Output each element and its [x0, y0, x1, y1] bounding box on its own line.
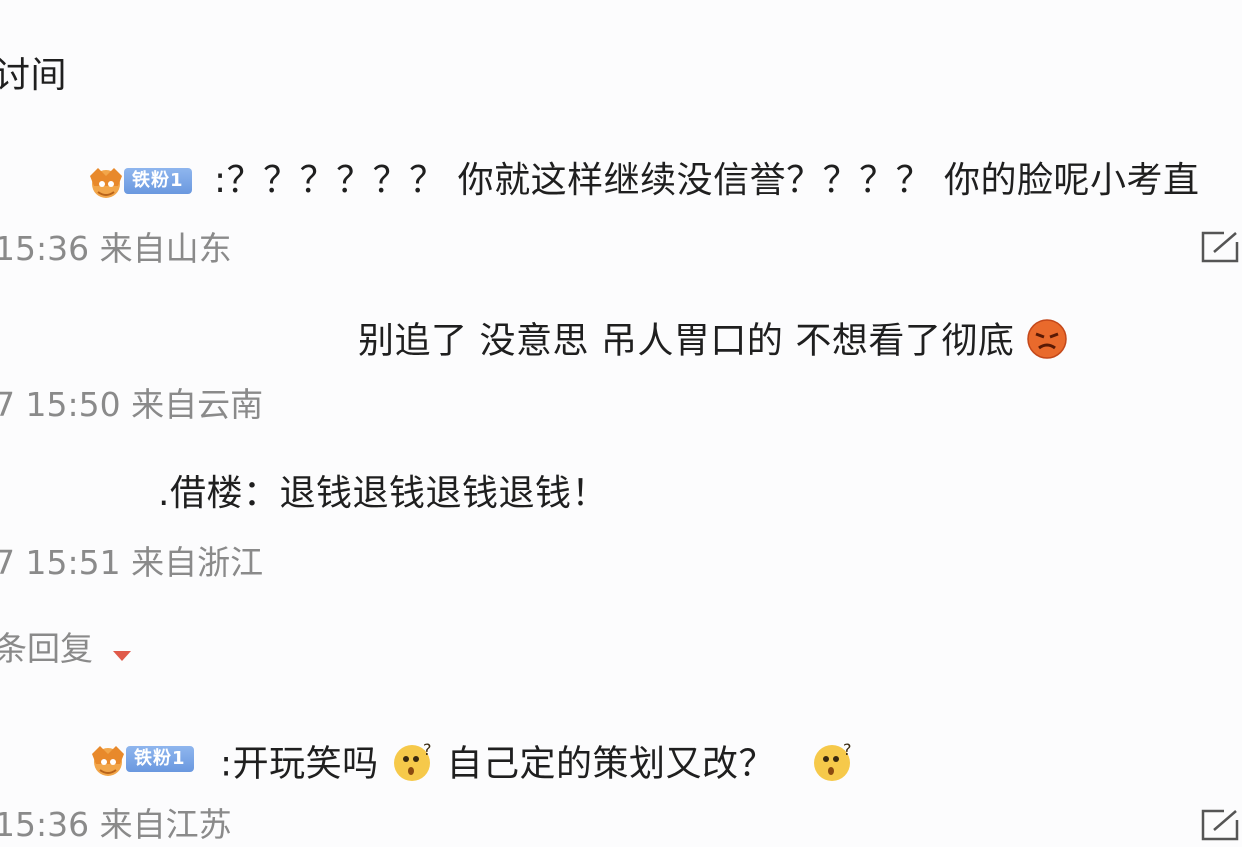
confused-emoji-icon: ? — [391, 740, 435, 791]
edit-icon[interactable] — [1200, 230, 1240, 264]
replies-toggle[interactable]: 条回复 — [0, 632, 132, 667]
comment-text-row: :开玩笑吗 ? 自己定的策划又改？ ? — [220, 740, 855, 791]
angry-emoji-icon — [1026, 318, 1068, 367]
comment-text: :？？？？？？ 你就这样继续没信誉？？？？ 你的脸呢小考直 — [214, 160, 1200, 201]
comment-text-part: 自己定的策划又改？ — [446, 743, 776, 785]
caret-down-icon — [112, 634, 132, 667]
comment-meta: 7 15:51 来自浙江 — [0, 543, 264, 582]
svg-text:?: ? — [423, 740, 432, 759]
comment-meta: 7 15:50 来自云南 — [0, 385, 264, 424]
crown-fan-icon — [86, 740, 132, 778]
confused-emoji-icon: ? — [811, 740, 855, 791]
comment-text-part: :开玩笑吗 — [220, 743, 379, 785]
svg-text:?: ? — [843, 740, 852, 759]
comment-text: 别追了 没意思 吊人胃口的 不想看了彻底 — [358, 320, 1015, 362]
comment-meta: 15:36 来自山东 — [0, 229, 232, 268]
fan-level-label: 铁粉1 — [124, 168, 192, 194]
comment-meta: 15:36 来自江苏 — [0, 805, 232, 844]
fan-badge[interactable]: 铁粉1 — [84, 162, 192, 200]
page-title: 讨间 — [0, 55, 68, 96]
comment-text: .借楼：退钱退钱退钱退钱！ — [158, 473, 608, 514]
comment-text-row: 别追了 没意思 吊人胃口的 不想看了彻底 — [358, 318, 1068, 367]
crown-fan-icon — [84, 162, 130, 200]
edit-icon[interactable] — [1200, 808, 1240, 842]
replies-toggle-label: 条回复 — [0, 629, 93, 668]
fan-level-label: 铁粉1 — [126, 746, 194, 772]
fan-badge[interactable]: 铁粉1 — [86, 740, 194, 778]
